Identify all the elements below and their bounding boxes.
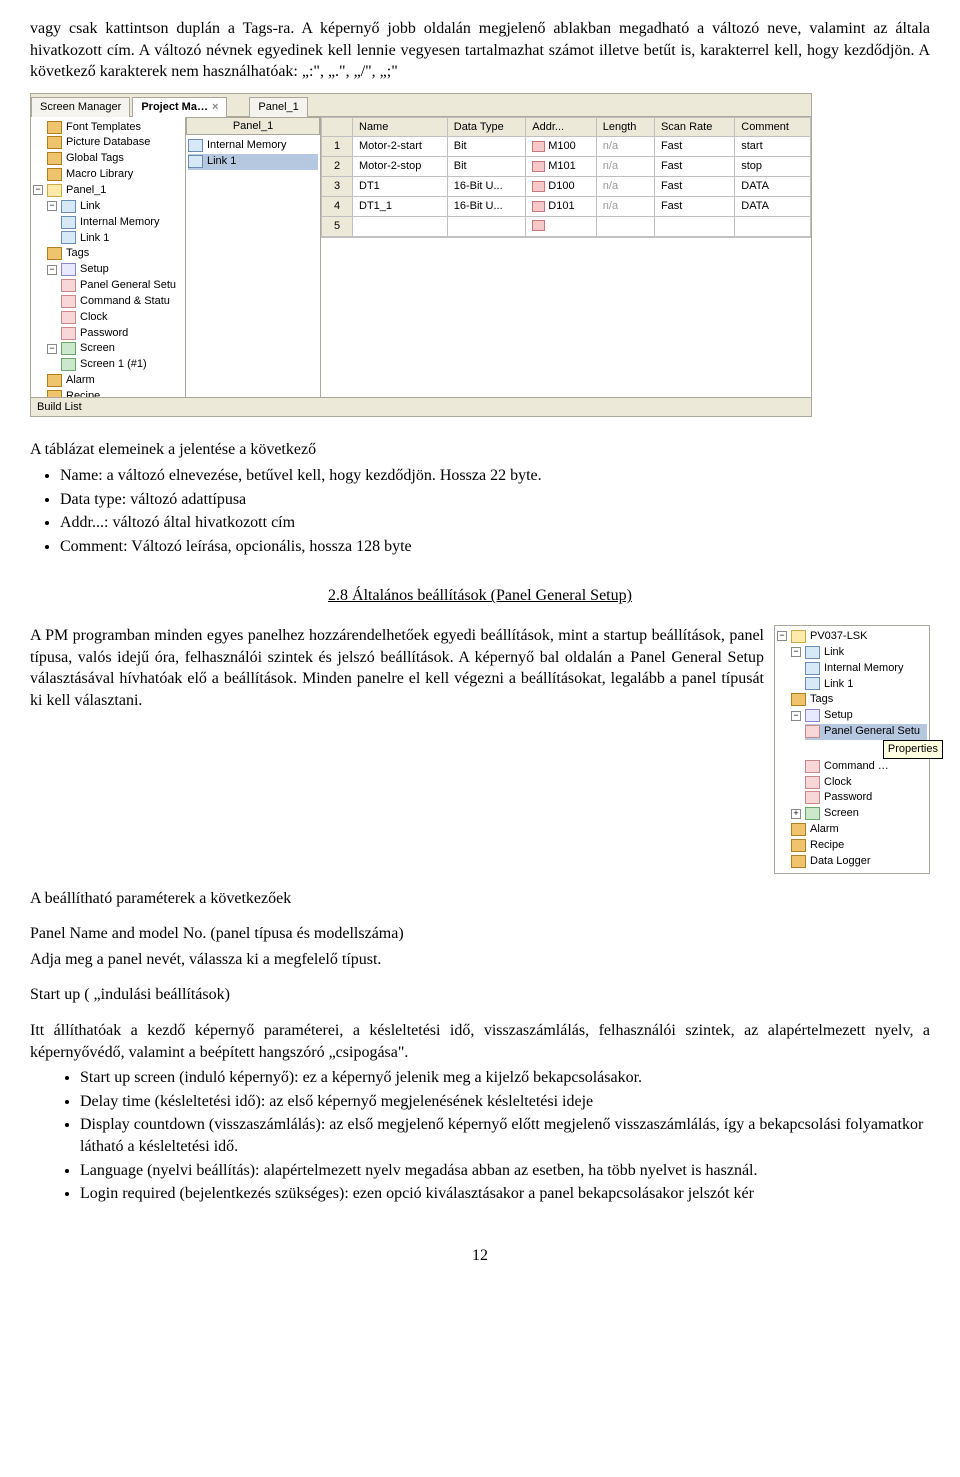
tree-picture-db[interactable]: Picture Database [47,135,183,151]
tab-panel1[interactable]: Panel_1 [249,97,307,117]
col-length[interactable]: Length [596,117,654,137]
addr-icon [532,201,545,212]
panel-name-heading: Panel Name and model No. (panel típusa é… [30,923,930,945]
table-row[interactable]: 2 Motor-2-stopBit M101 n/aFaststop [322,157,811,177]
intro-paragraph: vagy csak kattintson duplán a Tags-ra. A… [30,18,930,83]
table-row[interactable]: 5 [322,216,811,236]
tree-tags[interactable]: Tags [791,692,927,708]
tree-setup[interactable]: −Setup [47,262,183,278]
project-tree: Font Templates Picture Database Global T… [31,117,186,397]
params-intro: A beállítható paraméterek a következőek [30,888,930,910]
table-header-row: Name Data Type Addr... Length Scan Rate … [322,117,811,137]
tree-password[interactable]: Password [61,326,183,342]
tree-panel-general-setup[interactable]: Panel General Setu [805,724,927,740]
list-item: Start up screen (induló képernyő): ez a … [80,1067,930,1089]
tree-recipe[interactable]: Recipe [791,838,927,854]
tree-link1[interactable]: Link 1 [805,677,927,693]
col-scanrate[interactable]: Scan Rate [654,117,734,137]
tooltip-properties: Properties [883,740,943,759]
tree-alarm[interactable]: Alarm [791,822,927,838]
tab-bar: Screen Manager Project Ma…× Panel_1 [31,94,811,117]
tree-internal-memory[interactable]: Internal Memory [61,215,183,231]
addr-icon [532,220,545,231]
list-item: Language (nyelvi beállítás): alapértelme… [80,1160,930,1182]
list-item: Login required (bejelentkezés szükséges)… [80,1183,930,1205]
tree-panel1[interactable]: −Panel_1 [33,183,183,199]
tags-table-panel: Name Data Type Addr... Length Scan Rate … [321,117,811,397]
pm-paragraph: A PM programban minden egyes panelhez ho… [30,625,764,711]
section-heading: 2.8 Általános beállítások (Panel General… [30,585,930,607]
tree-panel-general-setup[interactable]: Panel General Setu [61,278,183,294]
panel-name-body: Adja meg a panel nevét, válassza ki a me… [30,949,930,971]
list-item: Addr...: változó által hivatkozott cím [60,512,930,534]
table-row[interactable]: 3 DT116-Bit U... D100 n/aFastDATA [322,177,811,197]
tree-global-tags[interactable]: Global Tags [47,151,183,167]
tree-tags[interactable]: Tags [47,246,183,262]
link-tree: Panel_1 Internal Memory Link 1 [186,117,321,397]
addr-icon [532,181,545,192]
main-screenshot: Screen Manager Project Ma…× Panel_1 Font… [30,93,930,418]
tree-clock[interactable]: Clock [61,310,183,326]
tree-setup[interactable]: −Setup [791,708,927,724]
tags-table: Name Data Type Addr... Length Scan Rate … [321,117,811,237]
tree-screen1[interactable]: Screen 1 (#1) [61,357,183,373]
startup-body: Itt állíthatóak a kezdő képernyő paramét… [30,1020,930,1063]
list-item: Delay time (késleltetési idő): az első k… [80,1091,930,1113]
page-number: 12 [30,1245,930,1267]
tree-screen[interactable]: −Screen [47,341,183,357]
table-fields-list: Name: a változó elnevezése, betűvel kell… [60,465,930,557]
tab-project-manager[interactable]: Project Ma…× [132,97,227,117]
col-addr[interactable]: Addr... [526,117,597,137]
tree-clock[interactable]: Clock [805,775,927,791]
list-item: Display countdown (visszaszámlálás): az … [80,1114,930,1157]
link-tree-header: Panel_1 [186,117,320,136]
tree-screen[interactable]: +Screen [791,806,927,822]
tree-command-status[interactable]: Command … [805,759,927,775]
tree-macro-library[interactable]: Macro Library [47,167,183,183]
link-internal-memory[interactable]: Internal Memory [188,138,318,154]
list1-intro: A táblázat elemeinek a jelentése a követ… [30,439,930,461]
link-link1[interactable]: Link 1 [188,154,318,170]
startup-heading: Start up ( „indulási beállítások) [30,984,930,1006]
col-name[interactable]: Name [353,117,448,137]
tree-link[interactable]: −Link [791,645,927,661]
side-tree-screenshot: −PV037-LSK −Link Internal Memory Link 1 … [774,625,930,874]
tree-root[interactable]: −PV037-LSK [777,629,927,645]
addr-icon [532,141,545,152]
tree-font-templates[interactable]: Font Templates [47,120,183,136]
tree-link1[interactable]: Link 1 [61,231,183,247]
tree-internal-memory[interactable]: Internal Memory [805,661,927,677]
tree-alarm[interactable]: Alarm [47,373,183,389]
close-icon[interactable]: × [212,101,218,113]
addr-icon [532,161,545,172]
tree-data-logger[interactable]: Data Logger [791,854,927,870]
startup-options-list: Start up screen (induló képernyő): ez a … [80,1067,930,1205]
tree-link[interactable]: −Link [47,199,183,215]
tree-recipe[interactable]: Recipe [47,389,183,397]
tree-command-status[interactable]: Command & Statu [61,294,183,310]
list-item: Comment: Változó leírása, opcionális, ho… [60,536,930,558]
table-row[interactable]: 4 DT1_116-Bit U... D101 n/aFastDATA [322,197,811,217]
tab-screen-manager[interactable]: Screen Manager [31,97,130,117]
list-item: Name: a változó elnevezése, betűvel kell… [60,465,930,487]
tree-password[interactable]: Password [805,790,927,806]
col-comment[interactable]: Comment [735,117,811,137]
col-datatype[interactable]: Data Type [447,117,526,137]
list-item: Data type: változó adattípusa [60,489,930,511]
table-row[interactable]: 1 Motor-2-startBit M100 n/aFaststart [322,137,811,157]
build-list-footer: Build List [31,397,811,417]
